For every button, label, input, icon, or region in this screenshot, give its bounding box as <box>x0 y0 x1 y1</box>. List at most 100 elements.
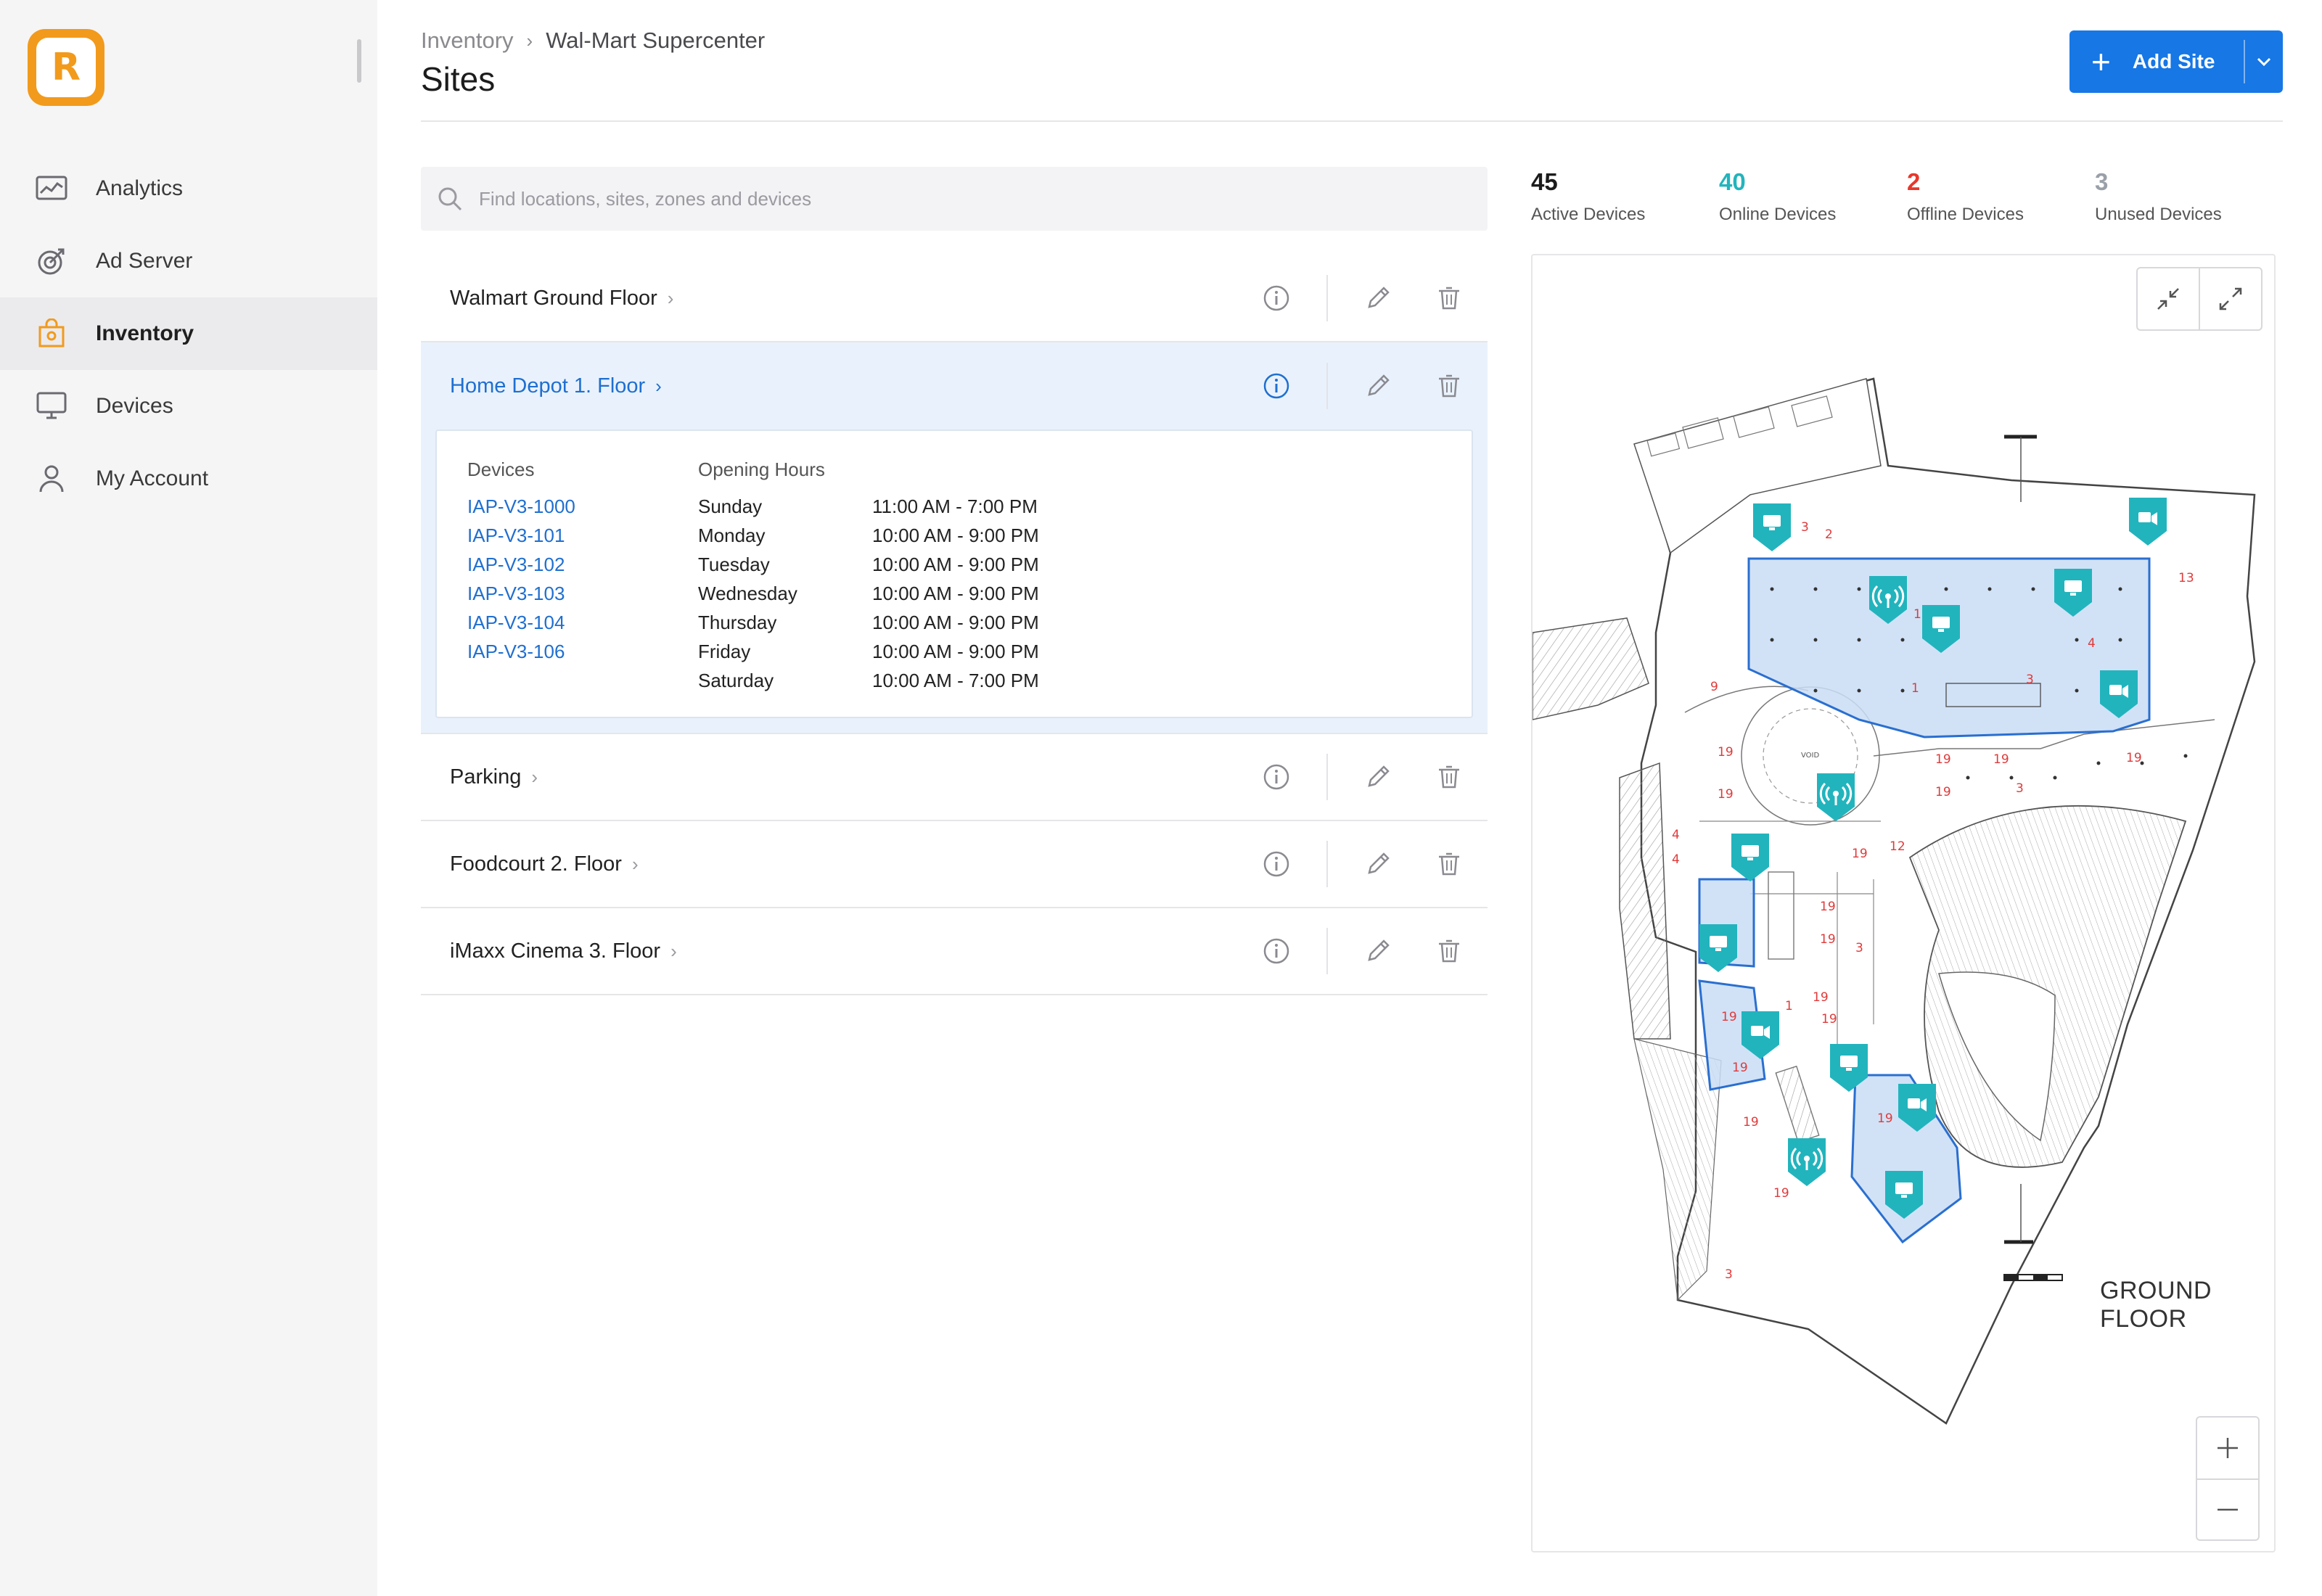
hours-day: Tuesday <box>698 554 770 575</box>
sidebar-nav: Analytics Ad Server Inventory Devices My… <box>0 152 377 515</box>
site-name[interactable]: Home Depot 1. Floor <box>450 374 645 398</box>
hours-day: Monday <box>698 525 766 546</box>
view-size-controls <box>2136 267 2262 331</box>
site-row[interactable]: iMaxx Cinema 3. Floor › <box>421 908 1488 995</box>
sidebar-item-inventory[interactable]: Inventory <box>0 297 377 370</box>
info-icon[interactable] <box>1260 281 1293 315</box>
hours-day: Friday <box>698 641 751 662</box>
add-site-dropdown-toggle[interactable] <box>2245 57 2283 67</box>
stat-value: 40 <box>1719 168 1746 195</box>
expand-view-button[interactable] <box>2199 268 2261 329</box>
site-name[interactable]: Foodcourt 2. Floor <box>450 852 622 876</box>
hours-day: Thursday <box>698 612 777 633</box>
logo-letter: R <box>51 46 81 89</box>
stat-label: Active Devices <box>1531 205 1646 224</box>
devices-icon <box>35 390 68 423</box>
plus-icon <box>2218 1438 2238 1458</box>
site-list: Walmart Ground Floor › Home Depot 1. Flo… <box>421 255 1488 995</box>
hours-time: 11:00 AM - 7:00 PM <box>872 495 1038 517</box>
stat-label: Offline Devices <box>1907 205 2024 224</box>
app-logo[interactable]: R <box>28 29 104 106</box>
trash-icon[interactable] <box>1432 934 1466 968</box>
device-link[interactable]: IAP-V3-106 <box>467 637 575 666</box>
devices-header: Devices <box>467 458 535 480</box>
ad-server-icon <box>35 244 68 278</box>
hours-row: Sunday 11:00 AM - 7:00 PM <box>698 492 1039 521</box>
edit-icon[interactable] <box>1361 760 1395 794</box>
info-icon[interactable] <box>1260 369 1293 403</box>
add-site-main[interactable]: + Add Site <box>2069 30 2244 93</box>
opening-hours-list: Sunday 11:00 AM - 7:00 PM Monday 10:00 AM … <box>698 492 1039 695</box>
sidebar-item-analytics[interactable]: Analytics <box>0 152 377 225</box>
site-name[interactable]: Parking <box>450 765 521 789</box>
trash-icon[interactable] <box>1432 281 1466 315</box>
sidebar-item-my-account[interactable]: My Account <box>0 443 377 515</box>
info-icon[interactable] <box>1260 847 1293 881</box>
device-link[interactable]: IAP-V3-101 <box>467 521 575 550</box>
zoom-out-button[interactable] <box>2197 1478 2258 1539</box>
camera-marker[interactable] <box>2129 498 2167 546</box>
minus-icon <box>2218 1508 2238 1511</box>
screen-marker[interactable] <box>1830 1044 1868 1092</box>
floor-plan-map[interactable]: VOID 3 2 1 13 9 19 19 19 19 19 19 12 19 … <box>1531 254 2276 1552</box>
stat-online: 40 Online Devices <box>1719 168 1907 225</box>
sidebar-collapse-handle[interactable] <box>357 39 361 83</box>
edit-icon[interactable] <box>1361 369 1395 403</box>
screen-marker[interactable] <box>1922 605 1960 653</box>
account-icon <box>35 462 68 495</box>
wifi-marker[interactable] <box>1788 1138 1826 1186</box>
hours-row: Thursday 10:00 AM - 9:00 PM <box>698 608 1039 637</box>
site-row[interactable]: Foodcourt 2. Floor › <box>421 821 1488 908</box>
screen-marker[interactable] <box>1885 1171 1923 1219</box>
expand-icon <box>2219 287 2242 310</box>
screen-marker[interactable] <box>2054 569 2092 617</box>
device-link[interactable]: IAP-V3-103 <box>467 579 575 608</box>
edit-icon[interactable] <box>1361 934 1395 968</box>
search-bar <box>421 167 1488 231</box>
hours-time: 10:00 AM - 9:00 PM <box>872 612 1039 633</box>
device-link[interactable]: IAP-V3-1000 <box>467 492 575 521</box>
collapse-view-button[interactable] <box>2138 268 2199 329</box>
breadcrumb-link[interactable]: Inventory <box>421 28 514 54</box>
sidebar-item-devices[interactable]: Devices <box>0 370 377 443</box>
wifi-marker[interactable] <box>1817 773 1855 821</box>
chevron-right-icon: › <box>531 765 538 788</box>
site-row-expanded[interactable]: Home Depot 1. Floor › <box>421 342 1488 429</box>
chevron-right-icon: › <box>631 852 639 875</box>
add-site-button[interactable]: + Add Site <box>2069 30 2283 93</box>
site-row[interactable]: Walmart Ground Floor › <box>421 255 1488 342</box>
site-row[interactable]: Parking › <box>421 734 1488 821</box>
action-divider <box>1326 928 1328 974</box>
edit-icon[interactable] <box>1361 847 1395 881</box>
zoom-in-button[interactable] <box>2197 1418 2258 1478</box>
hours-row: Saturday 10:00 AM - 7:00 PM <box>698 666 1039 695</box>
site-name[interactable]: Walmart Ground Floor <box>450 287 657 310</box>
trash-icon[interactable] <box>1432 847 1466 881</box>
camera-marker[interactable] <box>1898 1084 1936 1132</box>
sidebar-item-label: Ad Server <box>96 249 193 273</box>
info-icon[interactable] <box>1260 760 1293 794</box>
camera-marker[interactable] <box>1742 1011 1779 1059</box>
shrink-icon <box>2157 288 2179 310</box>
sidebar-item-ad-server[interactable]: Ad Server <box>0 225 377 297</box>
device-link[interactable]: IAP-V3-104 <box>467 608 575 637</box>
breadcrumb-current: Wal-Mart Supercenter <box>546 28 766 53</box>
device-link[interactable]: IAP-V3-102 <box>467 550 575 579</box>
hours-row: Tuesday 10:00 AM - 9:00 PM <box>698 550 1039 579</box>
screen-marker[interactable] <box>1753 503 1791 551</box>
add-site-label: Add Site <box>2132 50 2215 73</box>
screen-marker[interactable] <box>1699 924 1737 972</box>
search-input[interactable] <box>479 187 1422 210</box>
wifi-marker[interactable] <box>1869 576 1907 624</box>
device-markers <box>1699 498 2167 1219</box>
edit-icon[interactable] <box>1361 281 1395 315</box>
screen-marker[interactable] <box>1731 834 1769 881</box>
hours-day: Saturday <box>698 670 774 691</box>
action-divider <box>1326 754 1328 800</box>
trash-icon[interactable] <box>1432 760 1466 794</box>
info-icon[interactable] <box>1260 934 1293 968</box>
trash-icon[interactable] <box>1432 369 1466 403</box>
camera-marker[interactable] <box>2100 670 2138 718</box>
site-name[interactable]: iMaxx Cinema 3. Floor <box>450 939 660 963</box>
hours-time: 10:00 AM - 9:00 PM <box>872 525 1039 546</box>
